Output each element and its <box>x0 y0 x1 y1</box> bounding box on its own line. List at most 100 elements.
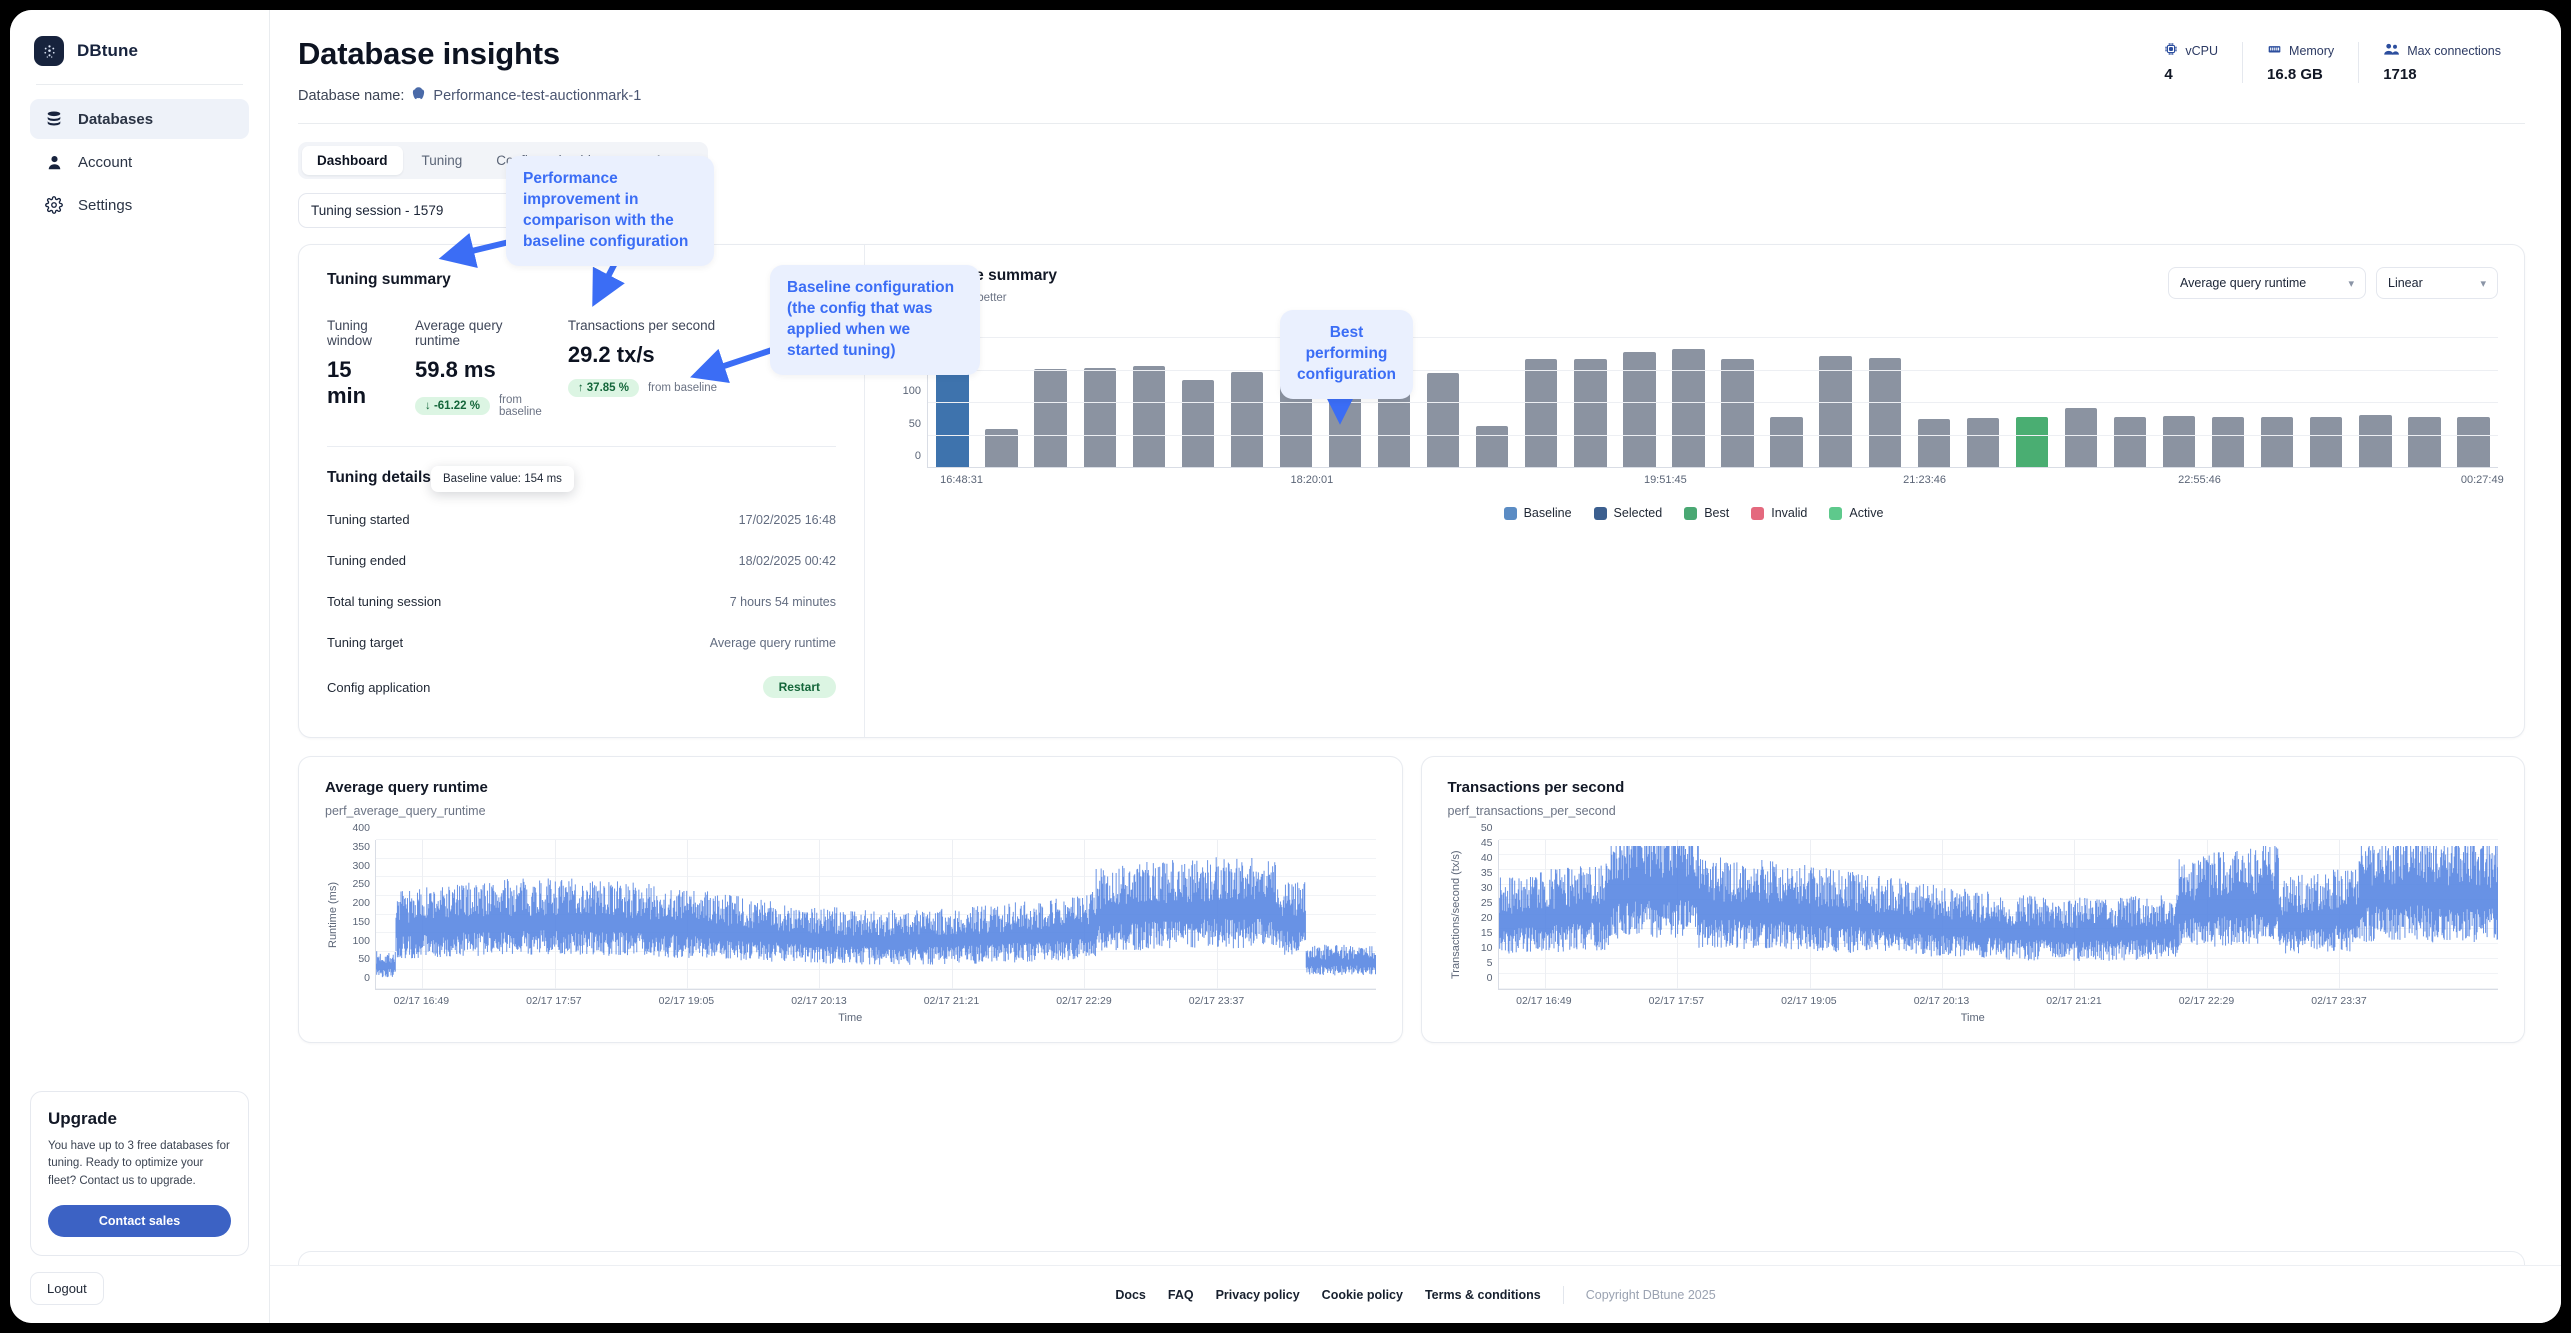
performance-summary-controls: Average query runtime ▾ Linear ▾ <box>2168 267 2498 299</box>
contact-sales-button[interactable]: Contact sales <box>48 1205 231 1237</box>
y-tick-label: 50 <box>909 418 921 430</box>
detail-value: 7 hours 54 minutes <box>730 595 836 609</box>
bar[interactable] <box>936 369 968 468</box>
bar[interactable] <box>2114 417 2146 468</box>
bar[interactable] <box>2457 417 2489 468</box>
bar-cell[interactable] <box>1222 338 1271 468</box>
scale-select[interactable]: Linear ▾ <box>2376 267 2498 299</box>
bar[interactable] <box>1574 359 1606 468</box>
footer-divider <box>1563 1286 1564 1304</box>
footer-link-docs[interactable]: Docs <box>1115 1288 1146 1302</box>
bar-cell[interactable] <box>1860 338 1909 468</box>
x-tick-label: 02/17 17:57 <box>526 995 581 1007</box>
bar-cell[interactable] <box>1026 338 1075 468</box>
legend-item-selected[interactable]: Selected <box>1594 506 1663 520</box>
annotation-perf-improvement: Performance improvement in comparison wi… <box>506 156 714 266</box>
bar-cell[interactable] <box>1811 338 1860 468</box>
performance-summary-chart: 050100150200 <box>889 338 2498 468</box>
bar-cell[interactable] <box>1124 338 1173 468</box>
bar[interactable] <box>1721 359 1753 468</box>
metric-select[interactable]: Average query runtime ▾ <box>2168 267 2366 299</box>
legend-item-best[interactable]: Best <box>1684 506 1729 520</box>
bar-cell[interactable] <box>1615 338 1664 468</box>
bar-cell[interactable] <box>1075 338 1124 468</box>
y-tick-label: 50 <box>358 953 370 965</box>
bar-cell[interactable] <box>1909 338 1958 468</box>
bar[interactable] <box>1918 419 1950 468</box>
bar-cell[interactable] <box>2253 338 2302 468</box>
legend-item-active[interactable]: Active <box>1829 506 1883 520</box>
bar[interactable] <box>1084 368 1116 468</box>
brand-name: DBtune <box>77 41 138 61</box>
bar-cell[interactable] <box>2400 338 2449 468</box>
bar[interactable] <box>1133 366 1165 468</box>
legend-item-invalid[interactable]: Invalid <box>1751 506 1807 520</box>
legend-label: Selected <box>1614 506 1663 520</box>
sidebar-item-databases[interactable]: Databases <box>30 99 249 139</box>
bar[interactable] <box>2016 417 2048 468</box>
bar[interactable] <box>2065 408 2097 468</box>
x-tick-label: 18:20:01 <box>1290 474 1333 486</box>
bar-cell[interactable] <box>2302 338 2351 468</box>
bar-cell[interactable] <box>977 338 1026 468</box>
bar-cell[interactable] <box>1419 338 1468 468</box>
detail-row: Tuning ended 18/02/2025 00:42 <box>327 540 836 581</box>
bar[interactable] <box>1525 359 1557 468</box>
bar-cell[interactable] <box>1517 338 1566 468</box>
bar[interactable] <box>2212 417 2244 468</box>
legend-item-baseline[interactable]: Baseline <box>1504 506 1572 520</box>
bar[interactable] <box>2408 417 2440 468</box>
bar[interactable] <box>1819 356 1851 468</box>
bar[interactable] <box>2163 416 2195 468</box>
tab-dashboard[interactable]: Dashboard <box>302 146 403 175</box>
bar-cell[interactable] <box>1664 338 1713 468</box>
logout-button[interactable]: Logout <box>30 1272 104 1305</box>
bar[interactable] <box>2359 415 2391 468</box>
bar[interactable] <box>1034 369 1066 468</box>
sidebar-item-settings[interactable]: Settings <box>30 185 249 225</box>
bar[interactable] <box>1770 417 1802 468</box>
chart-legend: Baseline Selected Best Invalid <box>889 506 2498 520</box>
bar[interactable] <box>1476 426 1508 468</box>
bar-cell[interactable] <box>2204 338 2253 468</box>
stat-max-connections: Max connections 1718 <box>2358 42 2525 83</box>
footer-link-cookie-policy[interactable]: Cookie policy <box>1322 1288 1403 1302</box>
bar-cell[interactable] <box>1468 338 1517 468</box>
y-tick-label: 20 <box>1481 912 1493 924</box>
metric-tuning-window: Tuning window 15 min <box>327 318 415 418</box>
bar-cell[interactable] <box>1713 338 1762 468</box>
bar-cell[interactable] <box>1762 338 1811 468</box>
bar[interactable] <box>1427 373 1459 468</box>
bar-cell[interactable] <box>2449 338 2498 468</box>
bar-cell[interactable] <box>2155 338 2204 468</box>
bar-cell[interactable] <box>1566 338 1615 468</box>
bar[interactable] <box>1182 380 1214 468</box>
bar-cell[interactable] <box>2056 338 2105 468</box>
bar[interactable] <box>2261 417 2293 468</box>
footer-link-privacy-policy[interactable]: Privacy policy <box>1216 1288 1300 1302</box>
sidebar-item-label: Settings <box>78 197 132 214</box>
gridline <box>928 337 2498 338</box>
bar-cell[interactable] <box>2007 338 2056 468</box>
bar[interactable] <box>1231 372 1263 468</box>
connections-icon <box>2383 42 2400 59</box>
bar[interactable] <box>1672 349 1704 468</box>
chart-title: Average query runtime <box>325 779 1376 796</box>
tuning-session-select[interactable]: Tuning session - 1579 ▾ <box>298 193 530 228</box>
tab-tuning[interactable]: Tuning <box>407 146 478 175</box>
bar-cell[interactable] <box>2351 338 2400 468</box>
sidebar-item-account[interactable]: Account <box>30 142 249 182</box>
bar[interactable] <box>2310 417 2342 468</box>
y-tick-label: 15 <box>1481 927 1493 939</box>
bar[interactable] <box>1869 358 1901 468</box>
sidebar-item-label: Account <box>78 154 132 171</box>
bar-cell[interactable] <box>1958 338 2007 468</box>
bar[interactable] <box>1967 418 1999 468</box>
gear-icon <box>44 195 64 215</box>
y-tick-label: 35 <box>1481 867 1493 879</box>
footer-link-terms[interactable]: Terms & conditions <box>1425 1288 1541 1302</box>
chart-area: Runtime (ms) 050100150200250300350400 <box>325 840 1376 990</box>
bar-cell[interactable] <box>1173 338 1222 468</box>
footer-link-faq[interactable]: FAQ <box>1168 1288 1194 1302</box>
bar-cell[interactable] <box>2106 338 2155 468</box>
